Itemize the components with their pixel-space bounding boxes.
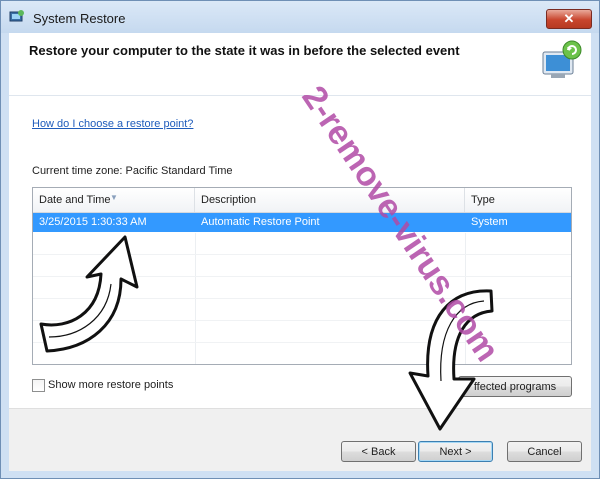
- grid-line: [33, 254, 571, 255]
- next-button[interactable]: Next >: [418, 441, 493, 462]
- page-heading: Restore your computer to the state it wa…: [29, 43, 460, 58]
- restore-points-list[interactable]: ▼ Date and Time Description Type 3/25/20…: [32, 187, 572, 365]
- show-more-checkbox[interactable]: [32, 379, 45, 392]
- timezone-label: Current time zone: Pacific Standard Time: [32, 165, 233, 177]
- list-header: ▼ Date and Time Description Type: [33, 188, 571, 213]
- scan-affected-programs-button[interactable]: ffected programs: [458, 376, 572, 397]
- button-footer: < Back Next > Cancel: [9, 408, 591, 471]
- column-header-type[interactable]: Type: [465, 188, 571, 212]
- help-link[interactable]: How do I choose a restore point?: [32, 118, 193, 130]
- back-button[interactable]: < Back: [341, 441, 416, 462]
- show-more-label[interactable]: Show more restore points: [48, 379, 173, 391]
- close-button[interactable]: ✕: [546, 9, 592, 29]
- cell-description: Automatic Restore Point: [201, 216, 320, 228]
- close-icon: ✕: [563, 11, 575, 26]
- header-band: Restore your computer to the state it wa…: [9, 33, 591, 96]
- cell-date: 3/25/2015 1:30:33 AM: [39, 216, 147, 228]
- table-row[interactable]: 3/25/2015 1:30:33 AM Automatic Restore P…: [33, 213, 571, 232]
- cell-type: System: [471, 216, 508, 228]
- grid-line: [33, 342, 571, 343]
- column-header-description[interactable]: Description: [195, 188, 465, 212]
- system-restore-icon: [9, 10, 24, 22]
- title-bar[interactable]: System Restore ✕: [1, 1, 599, 33]
- system-restore-window: System Restore ✕ Restore your computer t…: [0, 0, 600, 479]
- window-title: System Restore: [33, 11, 126, 26]
- client-area: Restore your computer to the state it wa…: [9, 33, 591, 471]
- restore-computer-icon: [542, 40, 582, 78]
- sort-arrow-icon: ▼: [110, 193, 118, 202]
- grid-line: [33, 320, 571, 321]
- column-header-date[interactable]: ▼ Date and Time: [33, 188, 195, 212]
- grid-line: [33, 276, 571, 277]
- cancel-button[interactable]: Cancel: [507, 441, 582, 462]
- grid-line: [33, 298, 571, 299]
